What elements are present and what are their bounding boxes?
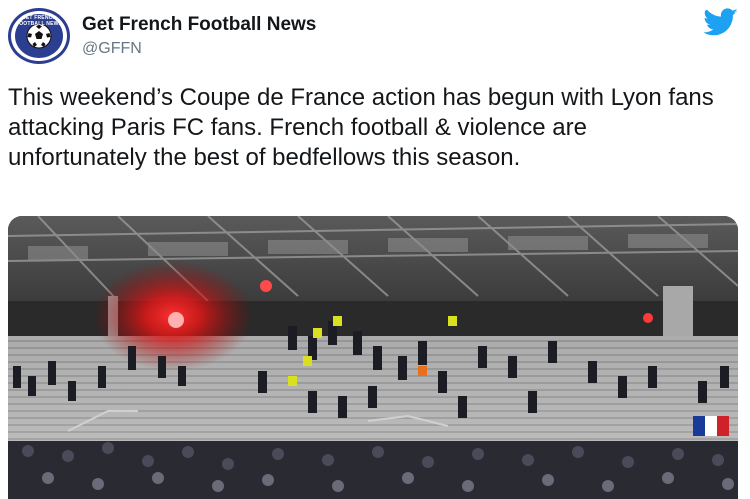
tweet-header: GET FRENCH FOOTBALL NEWS Get French Foot… [8, 8, 742, 64]
author-name[interactable]: Get French Football News [82, 14, 316, 36]
twitter-bird-icon[interactable] [704, 8, 738, 36]
author-handle[interactable]: @GFFN [82, 38, 316, 60]
tweet-card: GET FRENCH FOOTBALL NEWS Get French Foot… [0, 0, 750, 499]
tweet-text: This weekend’s Coupe de France action ha… [8, 84, 714, 171]
avatar[interactable]: GET FRENCH FOOTBALL NEWS [8, 8, 70, 64]
avatar-ring-text: GET FRENCH FOOTBALL NEWS [15, 15, 63, 27]
stadium-photo [8, 216, 738, 499]
gffn-logo-icon: GET FRENCH FOOTBALL NEWS [15, 14, 63, 58]
tweet-media-image[interactable] [8, 216, 738, 499]
author-block: Get French Football News @GFFN [82, 14, 316, 60]
